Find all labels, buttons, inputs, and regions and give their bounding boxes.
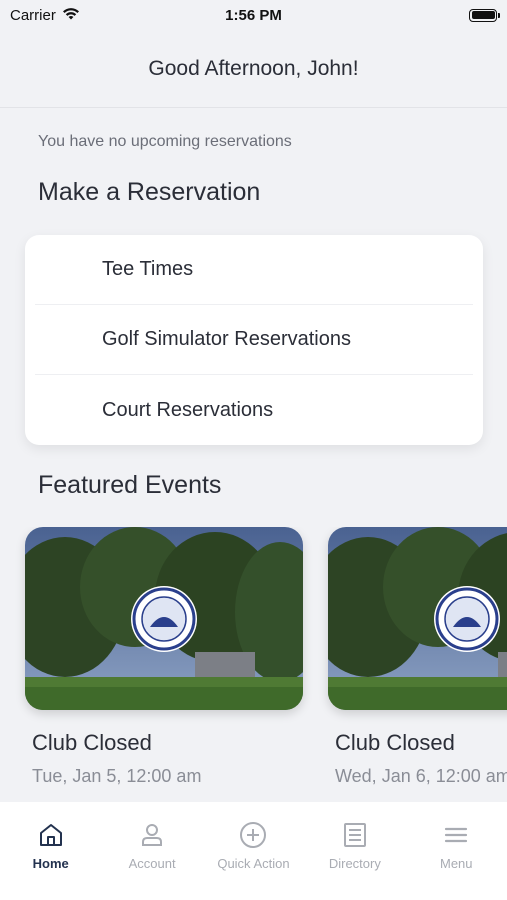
tab-label: Directory [328, 856, 381, 871]
event-date: Tue, Jan 5, 12:00 am [32, 766, 202, 786]
reservation-option-label: Tee Times [102, 258, 194, 280]
tab-label: Quick Action [217, 856, 290, 871]
person-icon [139, 820, 165, 850]
event-title: Club Closed [335, 730, 455, 755]
battery-icon [469, 8, 500, 22]
status-bar: Carrier 1:56 PM [0, 0, 507, 30]
no-reservations-notice: You have no upcoming reservations [38, 133, 292, 150]
list-icon [342, 820, 368, 850]
court-reservations-option[interactable]: Court Reservations [35, 375, 473, 445]
event-image [328, 527, 507, 710]
plus-circle-icon [239, 820, 267, 850]
reservation-options-card: Tee Times Golf Simulator Reservations Co… [25, 235, 483, 445]
greeting-title: Good Afternoon, John! [148, 56, 359, 80]
wifi-icon [62, 7, 80, 24]
reservation-option-label: Golf Simulator Reservations [102, 328, 351, 350]
golf-simulator-option[interactable]: Golf Simulator Reservations [35, 305, 473, 375]
home-icon [38, 820, 64, 850]
header: Good Afternoon, John! [0, 30, 507, 108]
tab-account[interactable]: Account [102, 820, 202, 900]
hamburger-icon [443, 820, 469, 850]
reservation-option-label: Court Reservations [102, 398, 274, 421]
carrier-label: Carrier [10, 6, 56, 24]
tab-label: Menu [439, 856, 473, 871]
featured-events-carousel[interactable]: Club Closed Tue, Jan 5, 12:00 am Club Cl… [0, 527, 507, 797]
event-date: Wed, Jan 6, 12:00 am [335, 766, 507, 786]
tab-bar: Home Account Quick Action Directory Menu [0, 802, 507, 900]
tab-menu[interactable]: Menu [406, 820, 506, 900]
event-card[interactable]: Club Closed Tue, Jan 5, 12:00 am [25, 527, 303, 787]
tab-label: Account [128, 856, 176, 871]
event-card[interactable]: Club Closed Wed, Jan 6, 12:00 am [328, 527, 507, 787]
featured-events-title: Featured Events [38, 471, 222, 499]
tee-times-option[interactable]: Tee Times [35, 235, 473, 305]
tab-home[interactable]: Home [1, 820, 101, 900]
tab-directory[interactable]: Directory [305, 820, 405, 900]
make-reservation-title: Make a Reservation [38, 178, 261, 206]
tab-label: Home [32, 856, 69, 871]
event-title: Club Closed [32, 730, 152, 755]
tab-quick-action[interactable]: Quick Action [203, 820, 303, 900]
event-image [25, 527, 303, 710]
